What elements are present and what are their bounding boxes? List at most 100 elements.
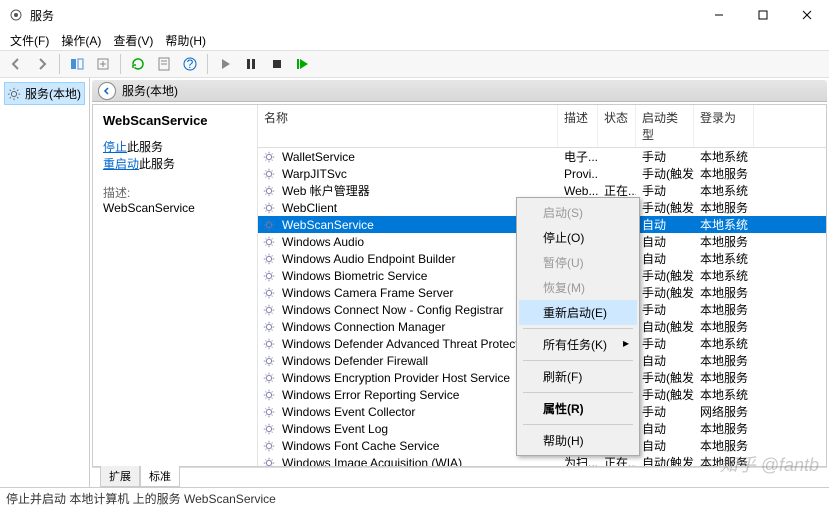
menu-view[interactable]: 查看(V) (107, 30, 159, 51)
cell-startup: 手动(触发... (636, 199, 694, 216)
cell-logon: 本地服务 (694, 199, 754, 216)
cell-logon: 本地系统 (694, 250, 754, 267)
cell-startup: 自动 (636, 216, 694, 233)
cell-logon: 本地服务 (694, 437, 754, 454)
app-icon (8, 7, 24, 23)
stop-service-button[interactable] (265, 53, 289, 75)
cell-startup: 手动(触发... (636, 165, 694, 182)
nav-services-local[interactable]: 服务(本地) (4, 82, 85, 105)
cell-logon: 本地系统 (694, 182, 754, 199)
cell-logon: 本地系统 (694, 335, 754, 352)
crumb-label: 服务(本地) (122, 82, 178, 99)
table-row[interactable]: WarpJITSvcProvi... 手动(触发...本地服务 (258, 165, 826, 182)
svg-text:?: ? (187, 57, 194, 71)
restart-service-button[interactable] (291, 53, 315, 75)
description-label: 描述: (103, 184, 247, 201)
cell-logon: 本地系统 (694, 267, 754, 284)
cell-logon: 本地系统 (694, 148, 754, 165)
cell-startup: 手动 (636, 182, 694, 199)
status-bar: 停止并启动 本地计算机 上的服务 WebScanService (0, 487, 829, 507)
restart-service-link[interactable]: 重启动 (103, 157, 139, 171)
col-header-name[interactable]: 名称 (258, 105, 558, 147)
cell-startup: 手动(触发... (636, 284, 694, 301)
cell-logon: 本地系统 (694, 216, 754, 233)
forward-button[interactable] (30, 53, 54, 75)
cell-startup: 自动(触发... (636, 318, 694, 335)
menu-file[interactable]: 文件(F) (4, 30, 55, 51)
cell-logon: 本地服务 (694, 165, 754, 182)
cell-name: WalletService (276, 150, 558, 164)
cell-logon: 本地服务 (694, 420, 754, 437)
ctx-pause: 暂停(U) (519, 250, 637, 275)
navigation-tree: 服务(本地) (0, 78, 90, 487)
cell-logon: 本地服务 (694, 301, 754, 318)
close-button[interactable] (785, 0, 829, 30)
submenu-arrow-icon: ▸ (623, 336, 629, 350)
stop-service-link[interactable]: 停止 (103, 140, 127, 154)
minimize-button[interactable] (697, 0, 741, 30)
cell-desc: Provi... (558, 167, 598, 181)
help-button[interactable]: ? (178, 53, 202, 75)
title-bar: 服务 (0, 0, 829, 30)
start-service-button[interactable] (213, 53, 237, 75)
col-header-logon[interactable]: 登录为 (694, 105, 754, 147)
maximize-button[interactable] (741, 0, 785, 30)
view-tabs: 扩展 标准 (92, 467, 827, 487)
cell-name: WarpJITSvc (276, 167, 558, 181)
menu-action[interactable]: 操作(A) (55, 30, 107, 51)
cell-startup: 手动 (636, 335, 694, 352)
cell-startup: 手动 (636, 301, 694, 318)
ctx-stop[interactable]: 停止(O) (519, 225, 637, 250)
show-hide-button[interactable] (65, 53, 89, 75)
cell-desc: Web... (558, 184, 598, 198)
cell-startup: 自动 (636, 352, 694, 369)
tab-standard[interactable]: 标准 (140, 466, 180, 487)
cell-logon: 本地服务 (694, 233, 754, 250)
col-header-status[interactable]: 状态 (598, 105, 636, 147)
ctx-resume: 恢复(M) (519, 275, 637, 300)
pause-service-button[interactable] (239, 53, 263, 75)
cell-logon: 本地服务 (694, 454, 754, 466)
list-header: 名称 描述 状态 启动类型 登录为 (258, 105, 826, 148)
cell-startup: 手动(触发... (636, 386, 694, 403)
ctx-refresh[interactable]: 刷新(F) (519, 364, 637, 389)
ctx-restart[interactable]: 重新启动(E) (519, 300, 637, 325)
selected-service-name: WebScanService (103, 113, 247, 128)
cell-logon: 本地服务 (694, 284, 754, 301)
breadcrumb: 服务(本地) (92, 80, 827, 102)
menu-help[interactable]: 帮助(H) (159, 30, 212, 51)
cell-startup: 自动 (636, 250, 694, 267)
cell-name: Windows Image Acquisition (WIA) (276, 456, 558, 467)
back-arrow-icon[interactable] (98, 82, 116, 100)
cell-logon: 本地服务 (694, 369, 754, 386)
col-header-desc[interactable]: 描述 (558, 105, 598, 147)
description-value: WebScanService (103, 201, 247, 215)
window-title: 服务 (30, 7, 697, 24)
cell-logon: 本地服务 (694, 318, 754, 335)
tab-extended[interactable]: 扩展 (100, 466, 140, 487)
ctx-properties[interactable]: 属性(R) (519, 396, 637, 421)
cell-logon: 本地系统 (694, 386, 754, 403)
toolbar: ? (0, 50, 829, 78)
ctx-all-tasks[interactable]: 所有任务(K)▸ (519, 332, 637, 357)
cell-desc: 电子... (558, 148, 598, 165)
cell-startup: 自动 (636, 420, 694, 437)
detail-pane: WebScanService 停止此服务 重启动此服务 描述: WebScanS… (93, 105, 258, 466)
cell-logon: 本地服务 (694, 352, 754, 369)
cell-startup: 手动(触发... (636, 267, 694, 284)
cell-startup: 手动 (636, 148, 694, 165)
ctx-help[interactable]: 帮助(H) (519, 428, 637, 453)
refresh-button[interactable] (126, 53, 150, 75)
gear-icon (7, 87, 21, 101)
cell-startup: 自动 (636, 437, 694, 454)
nav-label: 服务(本地) (25, 85, 81, 102)
cell-startup: 自动(触发... (636, 454, 694, 466)
export-button[interactable] (91, 53, 115, 75)
back-button[interactable] (4, 53, 28, 75)
table-row[interactable]: WalletService电子... 手动本地系统 (258, 148, 826, 165)
col-header-startup[interactable]: 启动类型 (636, 105, 694, 147)
properties-button[interactable] (152, 53, 176, 75)
cell-logon: 网络服务 (694, 403, 754, 420)
cell-startup: 自动 (636, 233, 694, 250)
service-list[interactable]: 名称 描述 状态 启动类型 登录为 WalletService电子...手动本地… (258, 105, 826, 466)
